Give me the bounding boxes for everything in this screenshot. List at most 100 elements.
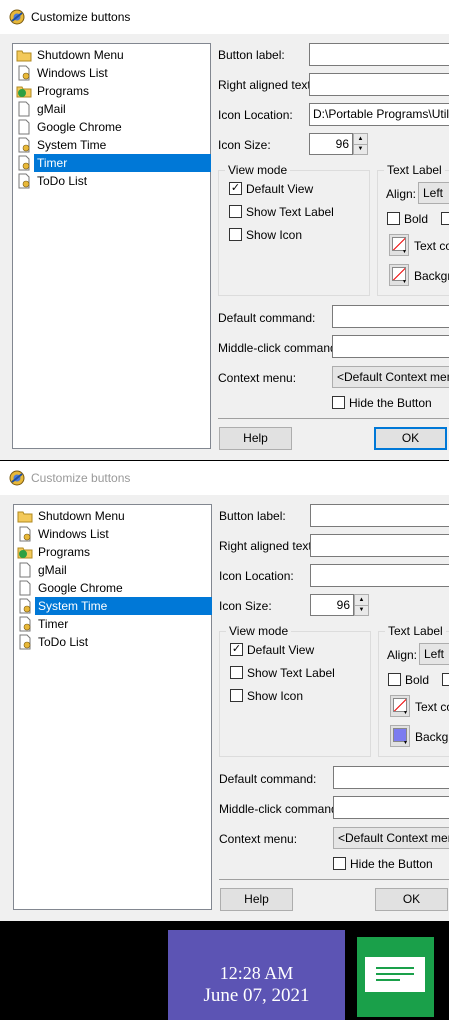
align-select[interactable]: Left <box>418 182 449 204</box>
middle-click-command-input[interactable] <box>333 796 449 819</box>
icon-size-value[interactable]: 96 <box>309 133 353 155</box>
tree-item-gmail[interactable]: gMail <box>16 100 209 118</box>
button-label-input[interactable] <box>309 43 449 66</box>
view-mode-title: View mode <box>225 163 291 177</box>
folder-icon <box>17 511 33 523</box>
context-menu-select[interactable]: <Default Context menu> <box>332 366 449 388</box>
align-select[interactable]: Left <box>419 643 449 665</box>
checkbox-box[interactable] <box>230 666 243 679</box>
ok-button[interactable]: OK <box>374 427 447 450</box>
checkbox-label: Hide the Button <box>349 396 432 410</box>
middle-click-command-label: Middle-click command: <box>218 341 341 355</box>
default-command-input[interactable] <box>333 766 449 789</box>
background-color-label: Backgr <box>414 269 449 283</box>
tree-item-system-time[interactable]: System Time <box>16 136 209 154</box>
checkbox-box[interactable] <box>442 673 449 686</box>
tree-item-system-time[interactable]: System Time <box>17 597 212 615</box>
tree-item-windows-list[interactable]: Windows List <box>16 64 209 82</box>
note-icon <box>365 957 425 992</box>
tree-item-shutdown-menu[interactable]: Shutdown Menu <box>17 507 210 525</box>
divider <box>219 879 449 880</box>
tree-item-label: Google Chrome <box>38 581 123 595</box>
spin-down-icon[interactable]: ▼ <box>355 605 368 615</box>
tree-item-label: Google Chrome <box>37 120 122 134</box>
tree-item-label: Shutdown Menu <box>37 48 124 62</box>
text-label-title: Text Label <box>384 163 445 177</box>
text-color-label: Text co <box>415 700 449 714</box>
context-menu-label: Context menu: <box>219 832 298 846</box>
spinner-buttons[interactable]: ▲ ▼ <box>354 594 369 616</box>
text-color-button[interactable]: ▼ <box>390 695 410 717</box>
right-aligned-text-input[interactable] <box>309 73 449 96</box>
tree-item-windows-list[interactable]: Windows List <box>17 525 210 543</box>
checkbox-box[interactable]: ✓ <box>229 182 242 195</box>
context-menu-label: Context menu: <box>218 371 297 385</box>
spinner-buttons[interactable]: ▲ ▼ <box>353 133 368 155</box>
help-button[interactable]: Help <box>219 427 292 450</box>
checkbox-label: Bold <box>405 673 430 687</box>
button-tree[interactable]: Shutdown Menu Windows List Programs gMai… <box>12 43 211 449</box>
background-color-button[interactable]: ▼ <box>389 264 409 286</box>
icon-size-label: Icon Size: <box>218 138 271 152</box>
dropdown-arrow-icon: ▼ <box>403 740 408 746</box>
tree-item-gmail[interactable]: gMail <box>17 561 210 579</box>
right-aligned-text-label: Right aligned text: <box>218 78 315 92</box>
clock-time: 12:28 AM <box>219 963 294 983</box>
default-command-input[interactable] <box>332 305 449 328</box>
tree-item-label: ToDo List <box>37 174 88 188</box>
tree-item-programs[interactable]: Programs <box>17 543 210 561</box>
checkbox-box[interactable] <box>388 673 401 686</box>
document-icon <box>18 101 30 117</box>
icon-size-spinner[interactable]: 96 ▲ ▼ <box>309 133 369 155</box>
document-icon <box>18 155 30 171</box>
tree-item-timer[interactable]: Timer <box>17 615 210 633</box>
divider <box>218 418 449 419</box>
document-icon <box>18 137 30 153</box>
icon-size-value[interactable]: 96 <box>310 594 354 616</box>
checkbox-box[interactable] <box>332 396 345 409</box>
right-aligned-text-input[interactable] <box>310 534 449 557</box>
text-label-title: Text Label <box>385 624 446 638</box>
tree-item-shutdown-menu[interactable]: Shutdown Menu <box>16 46 209 64</box>
middle-click-command-input[interactable] <box>332 335 449 358</box>
checkbox-box[interactable] <box>230 689 243 702</box>
icon-size-label: Icon Size: <box>219 599 272 613</box>
help-button[interactable]: Help <box>220 888 293 911</box>
dialog-title: Customize buttons <box>31 10 131 24</box>
checkbox-box[interactable] <box>387 212 400 225</box>
tree-item-label: Windows List <box>37 66 108 80</box>
tree-item-google-chrome[interactable]: Google Chrome <box>16 118 209 136</box>
document-icon <box>19 580 31 596</box>
document-icon <box>18 119 30 135</box>
clock-tile[interactable]: 12:28 AM June 07, 2021 <box>168 930 345 1020</box>
folder-icon <box>16 50 32 62</box>
icon-size-spinner[interactable]: 96 ▲ ▼ <box>310 594 370 616</box>
default-command-label: Default command: <box>219 772 317 786</box>
app-icon <box>9 9 25 25</box>
context-menu-select[interactable]: <Default Context menu> <box>333 827 449 849</box>
text-color-label: Text co <box>414 239 449 253</box>
tree-item-label: ToDo List <box>38 635 89 649</box>
tree-item-google-chrome[interactable]: Google Chrome <box>17 579 210 597</box>
tree-item-todo-list[interactable]: ToDo List <box>16 172 209 190</box>
checkbox-box[interactable] <box>333 857 346 870</box>
checkbox-box[interactable] <box>229 228 242 241</box>
button-label-input[interactable] <box>310 504 449 527</box>
tree-item-timer[interactable]: Timer <box>16 154 211 172</box>
icon-location-input[interactable] <box>310 564 449 587</box>
spin-down-icon[interactable]: ▼ <box>354 144 367 154</box>
button-tree[interactable]: Shutdown Menu Windows List Programs gMai… <box>13 504 212 910</box>
checkbox-box[interactable] <box>441 212 449 225</box>
tree-item-label: Timer <box>34 154 211 172</box>
tree-item-todo-list[interactable]: ToDo List <box>17 633 210 651</box>
default-command-label: Default command: <box>218 311 316 325</box>
background-color-button[interactable]: ▼ <box>390 725 410 747</box>
tree-item-label: System Time <box>37 138 107 152</box>
icon-location-input[interactable]: D:\Portable Programs\Utilitie <box>309 103 449 126</box>
text-color-button[interactable]: ▼ <box>389 234 409 256</box>
checkbox-box[interactable] <box>229 205 242 218</box>
ok-button[interactable]: OK <box>375 888 448 911</box>
checkbox-box[interactable]: ✓ <box>230 643 243 656</box>
notes-app-tile[interactable] <box>357 937 434 1017</box>
tree-item-programs[interactable]: Programs <box>16 82 209 100</box>
